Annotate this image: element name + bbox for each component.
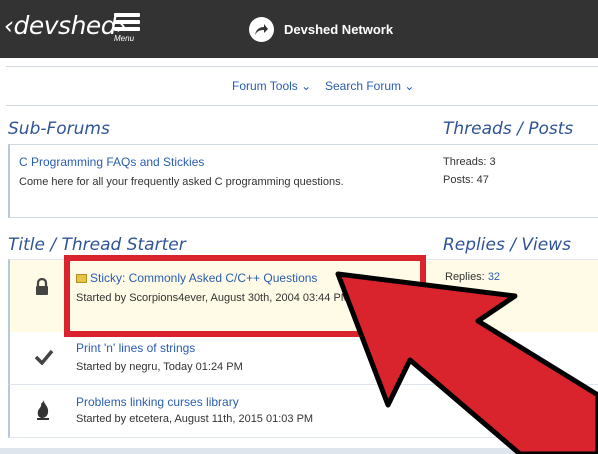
pointer-arrow — [335, 271, 598, 454]
